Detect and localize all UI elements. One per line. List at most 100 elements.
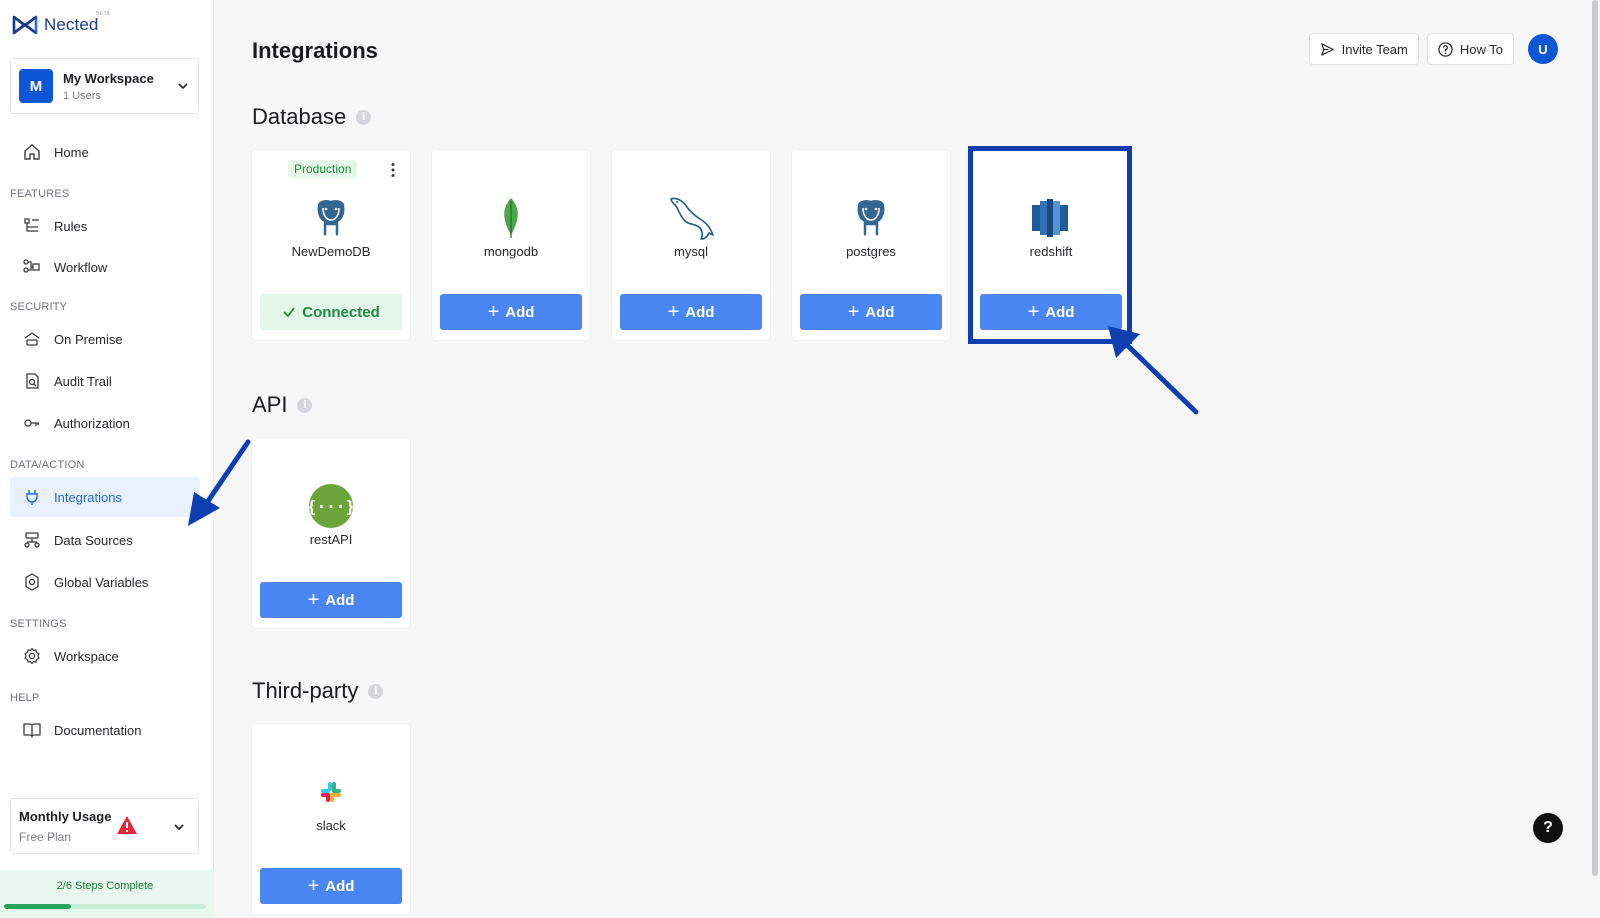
how-to-label: How To bbox=[1459, 41, 1503, 57]
add-label: Add bbox=[325, 877, 355, 895]
section-title-text: Database bbox=[252, 104, 347, 129]
add-label: Add bbox=[505, 303, 535, 321]
audit-search-icon bbox=[22, 371, 42, 391]
svg-text:{···}: {···} bbox=[309, 497, 353, 516]
nav-section-features: FEATURES bbox=[10, 188, 70, 200]
annotation-arrow-icon bbox=[1108, 326, 1199, 415]
how-to-button[interactable]: How To bbox=[1426, 33, 1514, 65]
integration-name: slack bbox=[316, 818, 346, 833]
info-icon[interactable]: i bbox=[356, 109, 372, 125]
section-title-third-party: Third-party i bbox=[252, 678, 384, 704]
section-title-database: Database i bbox=[252, 104, 372, 130]
add-label: Add bbox=[865, 303, 895, 321]
invite-team-label: Invite Team bbox=[1341, 41, 1408, 57]
postgres-elephant-icon bbox=[792, 196, 950, 240]
sidebar-item-rules[interactable]: Rules bbox=[10, 206, 200, 246]
steps-label: 2/6 Steps Complete bbox=[56, 880, 154, 892]
rest-api-icon: {···} bbox=[252, 484, 410, 528]
integration-card-mongodb[interactable]: mongodb + Add bbox=[432, 150, 590, 340]
plus-icon: + bbox=[487, 301, 500, 323]
workspace-avatar: M bbox=[19, 69, 53, 103]
integration-card-newdemodb[interactable]: Production NewDemoDB Connected bbox=[252, 150, 410, 340]
add-mongodb-button[interactable]: + Add bbox=[440, 294, 582, 330]
plus-icon: + bbox=[307, 589, 320, 611]
sidebar-item-label: Integrations bbox=[54, 489, 122, 505]
invite-team-button[interactable]: Invite Team bbox=[1308, 33, 1419, 65]
nav-section-settings: SETTINGS bbox=[10, 618, 67, 630]
page-title: Integrations bbox=[252, 38, 378, 63]
steps-progress-bar bbox=[4, 904, 206, 909]
onboarding-steps[interactable]: 2/6 Steps Complete bbox=[0, 870, 214, 918]
warning-icon bbox=[117, 816, 137, 834]
sidebar-item-workspace[interactable]: Workspace bbox=[10, 636, 200, 676]
data-sources-icon bbox=[22, 530, 42, 550]
info-icon[interactable]: i bbox=[297, 397, 313, 413]
sidebar-item-on-premise[interactable]: On Premise bbox=[10, 319, 200, 359]
add-label: Add bbox=[685, 303, 715, 321]
sidebar-item-global-variables[interactable]: Global Variables bbox=[10, 562, 200, 602]
sidebar-item-audit-trail[interactable]: Audit Trail bbox=[10, 361, 200, 401]
sidebar-item-label: Data Sources bbox=[54, 532, 133, 548]
nav-section-security: SECURITY bbox=[10, 301, 68, 313]
integration-card-mysql[interactable]: mysql + Add bbox=[612, 150, 770, 340]
integration-name: mongodb bbox=[483, 244, 539, 259]
house-server-icon bbox=[22, 329, 42, 349]
sidebar-item-data-sources[interactable]: Data Sources bbox=[10, 520, 200, 560]
sidebar-item-label: Workspace bbox=[54, 648, 119, 664]
help-button[interactable]: ? bbox=[1533, 813, 1563, 843]
integration-name: restAPI bbox=[309, 532, 353, 547]
user-avatar[interactable]: U bbox=[1528, 34, 1558, 64]
integration-card-restapi[interactable]: {···} restAPI + Add bbox=[252, 438, 410, 628]
plug-icon bbox=[22, 487, 42, 507]
environment-badge: Production bbox=[288, 160, 358, 178]
integration-name: mysql bbox=[674, 244, 708, 259]
gear-icon bbox=[22, 646, 42, 666]
nav-section-help: HELP bbox=[10, 692, 40, 704]
add-postgres-button[interactable]: + Add bbox=[800, 294, 942, 330]
monthly-usage-panel[interactable]: Monthly Usage Free Plan bbox=[10, 798, 199, 854]
beta-badge: BETA bbox=[96, 11, 111, 17]
connected-label: Connected bbox=[302, 303, 380, 321]
chevron-down-icon[interactable] bbox=[172, 820, 186, 834]
workspace-switcher[interactable]: M My Workspace 1 Users bbox=[10, 58, 199, 114]
sidebar-item-label: Global Variables bbox=[54, 574, 149, 590]
brand-logo[interactable]: Nected BETA bbox=[12, 11, 110, 36]
connected-status: Connected bbox=[260, 294, 402, 330]
global-variables-icon bbox=[22, 572, 42, 592]
highlight-box bbox=[968, 146, 1132, 344]
workspace-name: My Workspace bbox=[63, 70, 154, 86]
integration-card-postgres[interactable]: postgres + Add bbox=[792, 150, 950, 340]
postgres-elephant-icon bbox=[252, 196, 410, 240]
add-label: Add bbox=[325, 591, 355, 609]
workspace-users: 1 Users bbox=[63, 89, 101, 102]
sidebar-item-home[interactable]: Home bbox=[10, 132, 200, 172]
add-slack-button[interactable]: + Add bbox=[260, 868, 402, 904]
top-actions: Invite Team How To U bbox=[1308, 33, 1558, 65]
section-title-text: Third-party bbox=[252, 678, 359, 703]
sidebar-item-integrations[interactable]: Integrations bbox=[10, 477, 200, 517]
usage-plan: Free Plan bbox=[19, 830, 72, 844]
sidebar-item-label: On Premise bbox=[54, 331, 123, 347]
integration-name: NewDemoDB bbox=[291, 244, 371, 259]
sidebar-item-label: Documentation bbox=[54, 722, 142, 738]
integration-card-slack[interactable]: slack + Add bbox=[252, 724, 410, 914]
sidebar-item-label: Authorization bbox=[54, 415, 130, 431]
add-restapi-button[interactable]: + Add bbox=[260, 582, 402, 618]
add-mysql-button[interactable]: + Add bbox=[620, 294, 762, 330]
scrollbar[interactable] bbox=[1592, 0, 1598, 876]
usage-title: Monthly Usage bbox=[19, 809, 112, 824]
sidebar-item-workflow[interactable]: Workflow bbox=[10, 247, 200, 287]
steps-progress-fill bbox=[4, 904, 72, 909]
info-icon[interactable]: i bbox=[368, 683, 384, 699]
book-icon bbox=[22, 720, 42, 740]
more-options-icon[interactable] bbox=[390, 162, 396, 178]
sidebar-item-authorization[interactable]: Authorization bbox=[10, 403, 200, 443]
question-circle-icon bbox=[1438, 41, 1453, 57]
annotation-arrow-icon bbox=[188, 439, 251, 526]
plus-icon: + bbox=[667, 301, 680, 323]
nected-logo-icon bbox=[12, 15, 38, 35]
sidebar-item-documentation[interactable]: Documentation bbox=[10, 710, 200, 750]
chevron-down-icon bbox=[178, 83, 188, 90]
plus-icon: + bbox=[847, 301, 860, 323]
section-title-api: API i bbox=[252, 392, 313, 418]
